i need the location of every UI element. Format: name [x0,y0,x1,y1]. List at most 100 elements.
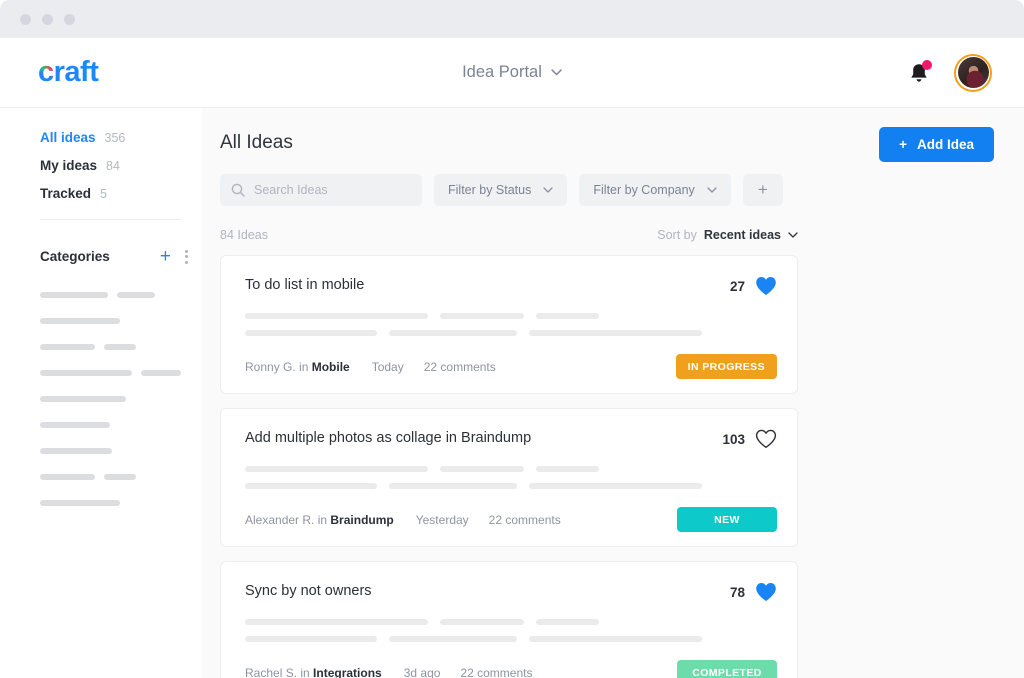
filter-by-status-dropdown[interactable]: Filter by Status [434,174,567,206]
heart-outline-icon [755,429,777,449]
chevron-down-icon [788,232,798,238]
sidebar-item-count: 5 [100,187,107,201]
idea-category: Mobile [312,360,350,374]
idea-comments[interactable]: 22 comments [460,666,677,678]
placeholder-bar [40,318,120,324]
category-placeholder-row [40,318,202,324]
top-navigation-bar: craft Idea Portal [0,38,1024,108]
ideas-list: To do list in mobile 27 Ronny G. in Mobi… [220,255,798,678]
plus-icon: + [899,137,907,152]
placeholder-bar [389,330,517,336]
minimize-window-button[interactable] [42,14,53,25]
sidebar-item-all-ideas[interactable]: All ideas 356 [40,130,202,145]
sidebar-divider [40,219,182,220]
placeholder-bar [389,636,517,642]
search-icon [231,183,245,197]
main-content: All Ideas Search Ideas Filter by Status [202,108,1024,678]
placeholder-bar [440,313,524,319]
idea-comments[interactable]: 22 comments [424,360,676,374]
search-input[interactable]: Search Ideas [220,174,422,206]
idea-category: Integrations [313,666,382,678]
placeholder-bar [440,619,524,625]
chevron-down-icon [551,69,562,76]
placeholder-bar [529,330,702,336]
sort-dropdown[interactable]: Sort by Recent ideas [657,228,798,242]
placeholder-bar [141,370,181,376]
idea-title: Sync by not owners [245,582,730,599]
placeholder-gap [428,313,440,319]
maximize-window-button[interactable] [64,14,75,25]
portal-switcher[interactable]: Idea Portal [462,63,562,82]
placeholder-gap [377,636,389,642]
bell-icon[interactable] [908,61,930,85]
idea-body-placeholder-row [245,483,777,489]
heart-filled-icon [755,276,777,296]
vote-button[interactable]: 103 [722,429,777,449]
chevron-down-icon [543,187,553,193]
placeholder-gap [428,619,440,625]
placeholder-bar [40,292,108,298]
add-idea-button[interactable]: + Add Idea [879,127,994,162]
idea-card-header: Sync by not owners 78 [245,582,777,602]
placeholder-bar [117,292,155,298]
craft-logo[interactable]: craft [38,58,98,87]
notification-badge-dot [922,60,932,70]
sidebar-item-my-ideas[interactable]: My ideas 84 [40,158,202,173]
placeholder-gap [428,466,440,472]
vote-button[interactable]: 27 [730,276,777,296]
placeholder-bar [536,466,599,472]
category-placeholder-row [40,422,202,428]
idea-time: Yesterday [416,513,469,527]
plus-icon[interactable]: + [160,247,171,266]
placeholder-gap [517,330,529,336]
logo-c-letter: c [38,58,54,87]
idea-card[interactable]: Add multiple photos as collage in Braind… [220,408,798,547]
placeholder-bar [440,466,524,472]
filter-label: Filter by Company [593,183,694,197]
idea-title: To do list in mobile [245,276,730,293]
filter-toolbar: Search Ideas Filter by Status Filter by … [220,174,1024,206]
placeholder-bar [389,483,517,489]
sidebar-item-tracked[interactable]: Tracked 5 [40,186,202,201]
idea-card[interactable]: Sync by not owners 78 Rachel S. in Integ… [220,561,798,678]
placeholder-bar [40,396,126,402]
placeholder-bar [245,466,428,472]
placeholder-bar [40,344,95,350]
category-placeholder-row [40,500,202,506]
idea-card-footer: Alexander R. in Braindump Yesterday 22 c… [245,507,777,532]
idea-comments[interactable]: 22 comments [489,513,677,527]
idea-card[interactable]: To do list in mobile 27 Ronny G. in Mobi… [220,255,798,394]
avatar-photo [958,57,989,88]
placeholder-gap [524,313,536,319]
status-badge[interactable]: NEW [677,507,777,532]
add-filter-button[interactable]: + [743,174,783,206]
status-badge[interactable]: IN PROGRESS [676,354,777,379]
idea-title: Add multiple photos as collage in Braind… [245,429,722,446]
sort-value-label: Recent ideas [704,228,781,242]
placeholder-bar [40,474,95,480]
status-badge[interactable]: COMPLETED [677,660,777,678]
placeholder-bar [245,330,377,336]
placeholder-gap [524,619,536,625]
category-placeholder-row [40,292,202,298]
add-idea-label: Add Idea [917,137,974,152]
chevron-down-icon [707,187,717,193]
app-window: craft Idea Portal Al [0,0,1024,678]
idea-time: Today [372,360,404,374]
sidebar: All ideas 356 My ideas 84 Tracked 5 Cate… [0,108,202,678]
user-avatar[interactable] [954,54,992,92]
placeholder-bar [40,370,132,376]
close-window-button[interactable] [20,14,31,25]
category-placeholder-row [40,474,202,480]
body-area: All ideas 356 My ideas 84 Tracked 5 Cate… [0,108,1024,678]
placeholder-bar [529,636,702,642]
placeholder-gap [377,483,389,489]
sidebar-item-label: All ideas [40,130,96,145]
more-vertical-icon[interactable] [183,248,190,266]
filter-by-company-dropdown[interactable]: Filter by Company [579,174,730,206]
idea-body-placeholder-row [245,466,777,472]
idea-card-footer: Rachel S. in Integrations 3d ago 22 comm… [245,660,777,678]
idea-card-header: To do list in mobile 27 [245,276,777,296]
vote-button[interactable]: 78 [730,582,777,602]
category-placeholder-row [40,344,202,350]
